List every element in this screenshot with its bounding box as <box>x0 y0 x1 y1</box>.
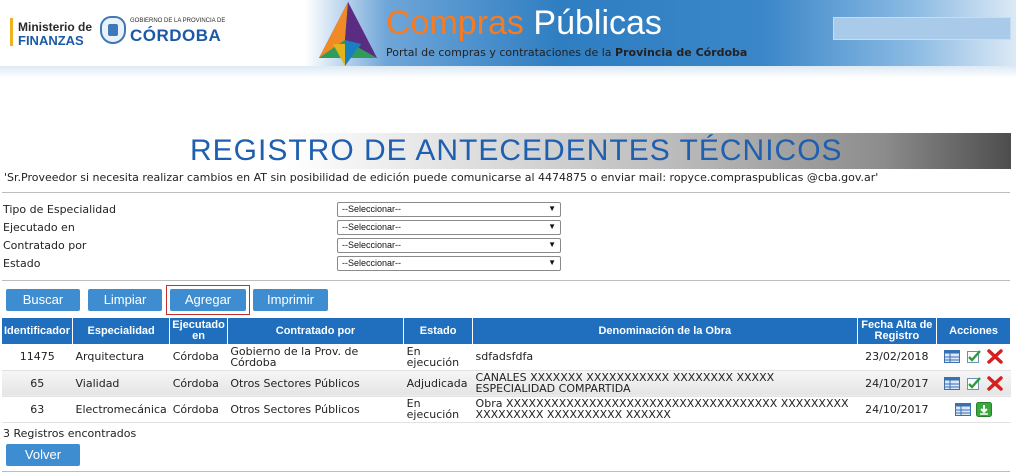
filter-select-ejecutado[interactable]: --Seleccionar-- ▼ <box>337 220 561 235</box>
page-title: REGISTRO DE ANTECEDENTES TÉCNICOS <box>190 134 843 167</box>
filter-select-value: --Seleccionar-- <box>342 258 402 268</box>
gobierno-cordoba-logo: GOBIERNO DE LA PROVINCIA DE CÓRDOBA <box>100 16 225 48</box>
table-row: 11475 Arquitectura Córdoba Gobierno de l… <box>2 344 1011 371</box>
filter-select-value: --Seleccionar-- <box>342 204 402 214</box>
column-header-identificador[interactable]: Identificador <box>2 318 74 344</box>
cell-acciones <box>936 370 1011 397</box>
cell-estado: Adjudicada <box>403 370 473 397</box>
cell-obra: CANALES XXXXXXX XXXXXXXXXXX XXXXXXXX XXX… <box>472 370 858 397</box>
dropdown-arrow-icon: ▼ <box>548 222 556 231</box>
filter-label-especialidad: Tipo de Especialidad <box>3 203 116 216</box>
header-search-box[interactable] <box>833 17 1011 40</box>
dropdown-arrow-icon: ▼ <box>548 240 556 249</box>
cell-obra: Obra XXXXXXXXXXXXXXXXXXXXXXXXXXXXXXXXXXX… <box>472 396 858 423</box>
cell-obra: sdfadsfdfa <box>472 344 858 371</box>
filter-label-ejecutado: Ejecutado en <box>3 221 75 234</box>
edit-check-icon[interactable] <box>966 376 982 391</box>
column-header-obra[interactable]: Denominación de la Obra <box>472 318 858 344</box>
result-count: 3 Registros encontrados <box>3 427 137 440</box>
filter-select-estado[interactable]: --Seleccionar-- ▼ <box>337 256 561 271</box>
delete-x-icon[interactable] <box>987 375 1003 391</box>
cell-contratado: Otros Sectores Públicos <box>227 396 404 423</box>
filter-select-value: --Seleccionar-- <box>342 240 402 250</box>
divider <box>2 471 1010 472</box>
brand-title-compras: Compras <box>386 4 524 42</box>
cell-especialidad: Arquitectura <box>72 344 170 371</box>
cell-acciones <box>936 344 1011 371</box>
cell-fecha: 23/02/2018 <box>857 344 937 371</box>
divider <box>2 280 1010 281</box>
filter-select-especialidad[interactable]: --Seleccionar-- ▼ <box>337 202 561 217</box>
cell-estado: En ejecución <box>403 344 473 371</box>
table-view-icon[interactable] <box>944 349 961 364</box>
site-header: Ministerio de FINANZAS GOBIERNO DE LA PR… <box>0 0 1016 78</box>
limpiar-button[interactable]: Limpiar <box>88 289 162 311</box>
table-row: 65 Vialidad Córdoba Otros Sectores Públi… <box>2 370 1011 397</box>
table-view-icon[interactable] <box>944 376 961 391</box>
brand-title-publicas: Públicas <box>533 4 662 42</box>
ministerio-finanzas-logo: Ministerio de FINANZAS <box>10 18 93 48</box>
agregar-button[interactable]: Agregar <box>170 289 246 311</box>
column-header-estado[interactable]: Estado <box>403 318 474 344</box>
cell-ejecutado: Córdoba <box>169 344 228 371</box>
filter-select-contratado[interactable]: --Seleccionar-- ▼ <box>337 238 561 253</box>
province-line2: CÓRDOBA <box>130 26 222 45</box>
download-arrow-icon[interactable] <box>976 401 993 417</box>
brand-subtitle-bold: Provincia de Córdoba <box>615 46 748 59</box>
dropdown-arrow-icon: ▼ <box>548 204 556 213</box>
brand-title: Compras Públicas <box>386 4 662 43</box>
edit-check-icon[interactable] <box>966 349 982 364</box>
brand-subtitle-prefix: Portal de compras y contrataciones de la <box>386 46 612 59</box>
cell-ejecutado: Córdoba <box>169 370 228 397</box>
filter-select-value: --Seleccionar-- <box>342 222 402 232</box>
cell-especialidad: Electromecánica <box>72 396 170 423</box>
cordoba-seal-icon <box>100 16 126 44</box>
cell-id: 65 <box>2 370 73 397</box>
provider-notice: 'Sr.Proveedor si necesita realizar cambi… <box>4 171 879 184</box>
cell-acciones <box>936 396 1011 423</box>
ministry-line1: Ministerio de <box>18 20 93 34</box>
cell-id: 11475 <box>2 344 73 371</box>
ministry-line2: FINANZAS <box>18 33 84 48</box>
volver-button[interactable]: Volver <box>6 444 80 466</box>
table-row: 63 Electromecánica Córdoba Otros Sectore… <box>2 396 1011 423</box>
column-header-acciones: Acciones <box>936 318 1011 344</box>
column-header-contratado[interactable]: Contratado por <box>227 318 405 344</box>
cell-fecha: 24/10/2017 <box>857 396 937 423</box>
cell-contratado: Otros Sectores Públicos <box>227 370 404 397</box>
filter-label-contratado: Contratado por <box>3 239 87 252</box>
cell-especialidad: Vialidad <box>72 370 170 397</box>
filter-label-estado: Estado <box>3 257 41 270</box>
column-header-ejecutado[interactable]: Ejecutado en <box>169 318 228 344</box>
column-header-especialidad[interactable]: Especialidad <box>72 318 171 344</box>
compras-publicas-logo <box>319 2 377 66</box>
cell-id: 63 <box>2 396 73 423</box>
cell-fecha: 24/10/2017 <box>857 370 937 397</box>
cell-contratado: Gobierno de la Prov. de Córdoba <box>227 344 404 371</box>
buscar-button[interactable]: Buscar <box>6 289 80 311</box>
cell-estado: En ejecución <box>403 396 473 423</box>
divider <box>2 192 1010 193</box>
imprimir-button[interactable]: Imprimir <box>253 289 328 311</box>
delete-x-icon[interactable] <box>987 349 1003 364</box>
brand-subtitle: Portal de compras y contrataciones de la… <box>386 46 747 59</box>
province-line1: GOBIERNO DE LA PROVINCIA DE <box>130 18 226 24</box>
cell-ejecutado: Córdoba <box>169 396 228 423</box>
table-view-icon[interactable] <box>954 402 971 417</box>
dropdown-arrow-icon: ▼ <box>548 258 556 267</box>
column-header-fecha[interactable]: Fecha Alta de Registro <box>857 318 938 344</box>
antecedentes-table: Identificador Especialidad Ejecutado en … <box>2 318 1011 423</box>
table-header-row: Identificador Especialidad Ejecutado en … <box>2 318 1011 344</box>
